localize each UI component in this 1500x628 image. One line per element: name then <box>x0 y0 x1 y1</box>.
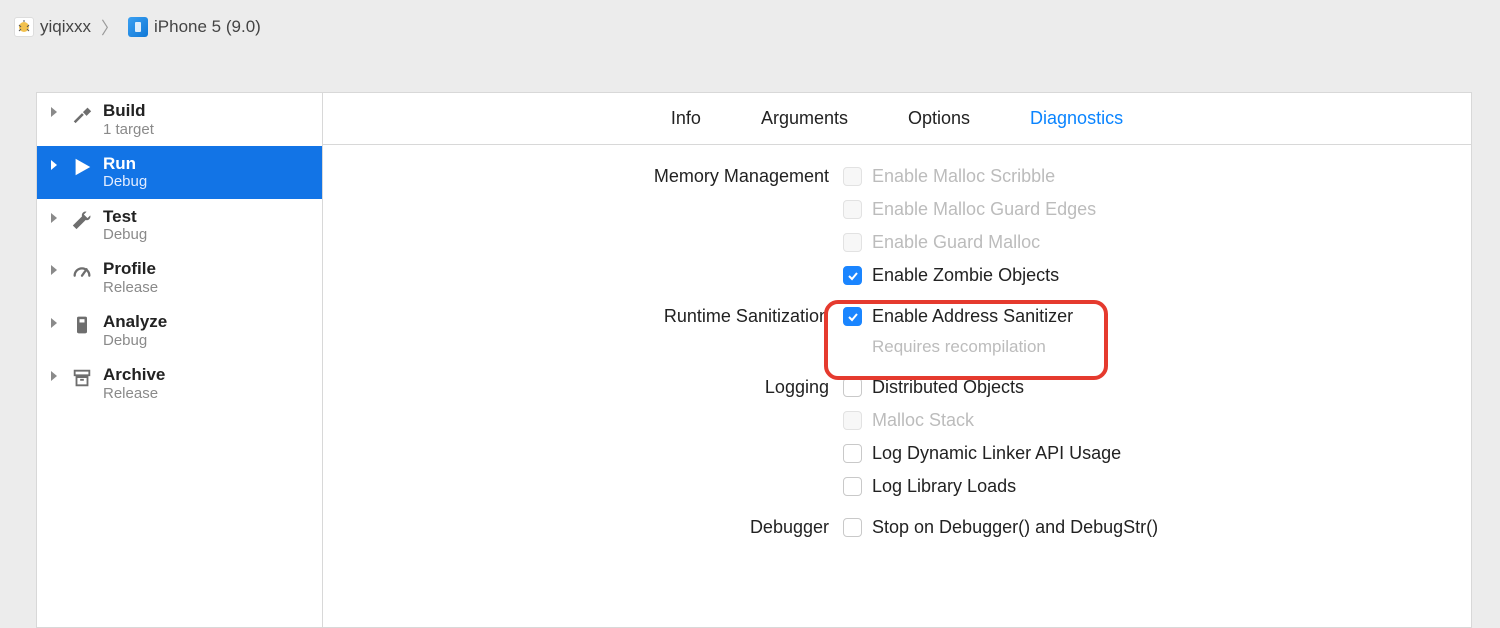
row-address-sanitizer: Enable Address Sanitizer <box>843 303 1451 330</box>
device-icon <box>128 17 148 37</box>
disclosure-triangle-icon[interactable] <box>49 318 61 330</box>
sidebar-item-sublabel: Debug <box>103 332 167 349</box>
row-asan-note: Requires recompilation <box>843 336 1451 360</box>
chevron-right-icon: 〉 <box>101 14 118 39</box>
sidebar-item-run[interactable]: Run Debug <box>37 146 322 199</box>
sidebar-item-sublabel: Release <box>103 385 165 402</box>
section-memory: Memory Management Enable Malloc Scribble… <box>343 163 1451 289</box>
checkbox-label: Stop on Debugger() and DebugStr() <box>872 514 1158 541</box>
gauge-icon <box>69 259 95 285</box>
row-zombie-objects: Enable Zombie Objects <box>843 262 1451 289</box>
sidebar-item-label: Profile <box>103 259 158 279</box>
tab-bar: Info Arguments Options Diagnostics <box>323 93 1471 145</box>
sidebar-item-test[interactable]: Test Debug <box>37 199 322 252</box>
note-text: Requires recompilation <box>872 334 1046 360</box>
row-stop-on-debugger: Stop on Debugger() and DebugStr() <box>843 514 1451 541</box>
checkbox-zombie-objects[interactable] <box>843 266 862 285</box>
scheme-panel: Build 1 target Run Debug T <box>36 92 1472 628</box>
checkbox-label: Enable Malloc Scribble <box>872 163 1055 190</box>
checkbox-address-sanitizer[interactable] <box>843 307 862 326</box>
tab-options[interactable]: Options <box>908 108 970 129</box>
bug-icon <box>14 17 34 37</box>
checkbox-dyld-usage[interactable] <box>843 444 862 463</box>
sidebar-item-label: Test <box>103 207 147 227</box>
checkbox-malloc-stack[interactable] <box>843 411 862 430</box>
sidebar: Build 1 target Run Debug T <box>37 93 323 627</box>
row-malloc-scribble: Enable Malloc Scribble <box>843 163 1451 190</box>
row-library-loads: Log Library Loads <box>843 473 1451 500</box>
tab-diagnostics[interactable]: Diagnostics <box>1030 108 1123 129</box>
sidebar-item-sublabel: Debug <box>103 173 147 190</box>
tab-info[interactable]: Info <box>671 108 701 129</box>
sidebar-item-build[interactable]: Build 1 target <box>37 93 322 146</box>
checkbox-library-loads[interactable] <box>843 477 862 496</box>
checkbox-label: Enable Zombie Objects <box>872 262 1059 289</box>
disclosure-triangle-icon[interactable] <box>49 107 61 119</box>
analyze-icon <box>69 312 95 338</box>
breadcrumb-project[interactable]: yiqixxx <box>14 17 91 37</box>
row-distributed-objects: Distributed Objects <box>843 374 1451 401</box>
row-dyld-usage: Log Dynamic Linker API Usage <box>843 440 1451 467</box>
row-malloc-guard-edges: Enable Malloc Guard Edges <box>843 196 1451 223</box>
section-label: Logging <box>343 374 843 500</box>
settings-pane: Memory Management Enable Malloc Scribble… <box>323 145 1471 569</box>
sidebar-item-archive[interactable]: Archive Release <box>37 357 322 410</box>
sidebar-item-label: Run <box>103 154 147 174</box>
disclosure-triangle-icon[interactable] <box>49 265 61 277</box>
row-malloc-stack: Malloc Stack <box>843 407 1451 434</box>
checkbox-stop-on-debugger[interactable] <box>843 518 862 537</box>
checkbox-label: Log Library Loads <box>872 473 1016 500</box>
sidebar-item-profile[interactable]: Profile Release <box>37 251 322 304</box>
checkbox-label: Enable Malloc Guard Edges <box>872 196 1096 223</box>
breadcrumb-device-label: iPhone 5 (9.0) <box>154 17 261 37</box>
sidebar-item-sublabel: Debug <box>103 226 147 243</box>
tab-arguments[interactable]: Arguments <box>761 108 848 129</box>
checkbox-label: Malloc Stack <box>872 407 974 434</box>
breadcrumb: yiqixxx 〉 iPhone 5 (9.0) <box>0 0 1500 53</box>
row-guard-malloc: Enable Guard Malloc <box>843 229 1451 256</box>
content-area: Info Arguments Options Diagnostics Memor… <box>323 93 1471 627</box>
section-logging: Logging Distributed Objects Malloc Stack… <box>343 374 1451 500</box>
hammer-icon <box>69 101 95 127</box>
sidebar-item-sublabel: Release <box>103 279 158 296</box>
disclosure-triangle-icon[interactable] <box>49 160 61 172</box>
checkbox-label: Distributed Objects <box>872 374 1024 401</box>
section-label: Debugger <box>343 514 843 541</box>
wrench-icon <box>69 207 95 233</box>
checkbox-label: Log Dynamic Linker API Usage <box>872 440 1121 467</box>
checkbox-label: Enable Guard Malloc <box>872 229 1040 256</box>
sidebar-item-sublabel: 1 target <box>103 121 154 138</box>
checkbox-malloc-guard-edges[interactable] <box>843 200 862 219</box>
checkbox-malloc-scribble[interactable] <box>843 167 862 186</box>
checkbox-distributed-objects[interactable] <box>843 378 862 397</box>
sidebar-item-label: Archive <box>103 365 165 385</box>
breadcrumb-project-label: yiqixxx <box>40 17 91 37</box>
section-label: Runtime Sanitization <box>343 303 843 360</box>
disclosure-triangle-icon[interactable] <box>49 371 61 383</box>
section-runtime: Runtime Sanitization Enable Address Sani… <box>343 303 1451 360</box>
breadcrumb-device[interactable]: iPhone 5 (9.0) <box>128 17 261 37</box>
sidebar-item-label: Build <box>103 101 154 121</box>
section-debugger: Debugger Stop on Debugger() and DebugStr… <box>343 514 1451 541</box>
section-label: Memory Management <box>343 163 843 289</box>
checkbox-guard-malloc[interactable] <box>843 233 862 252</box>
sidebar-item-analyze[interactable]: Analyze Debug <box>37 304 322 357</box>
play-icon <box>69 154 95 180</box>
checkbox-label: Enable Address Sanitizer <box>872 303 1073 330</box>
sidebar-item-label: Analyze <box>103 312 167 332</box>
disclosure-triangle-icon[interactable] <box>49 213 61 225</box>
archive-icon <box>69 365 95 391</box>
